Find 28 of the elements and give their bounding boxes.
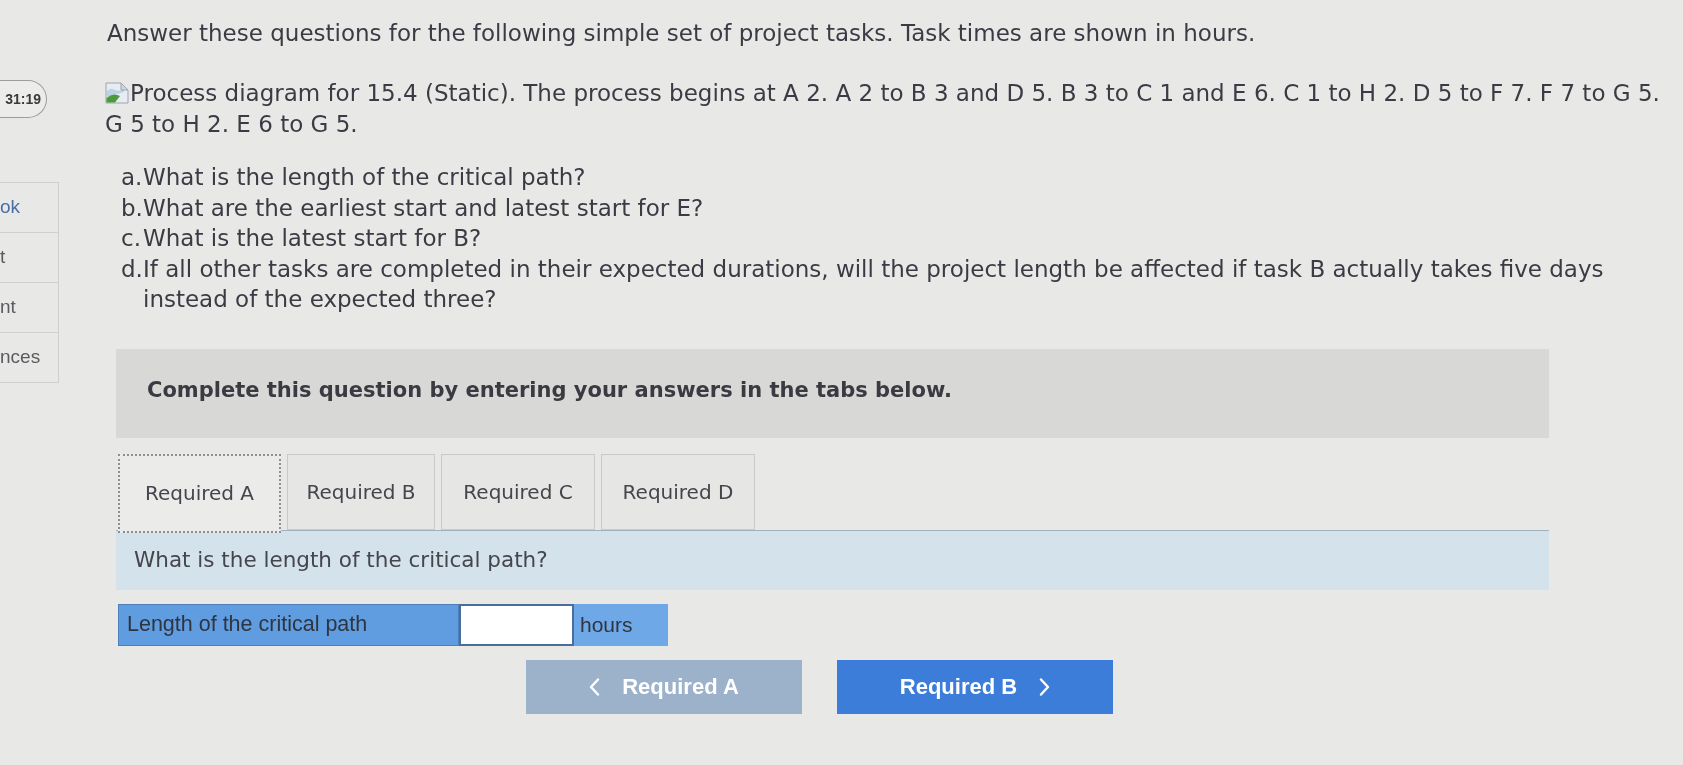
question-letter: c.	[121, 224, 142, 253]
sidebar-link[interactable]: nces	[0, 333, 59, 383]
answer-tab[interactable]: Required A	[118, 453, 281, 533]
answer-label-cell: Length of the critical path	[118, 603, 459, 646]
question-letter: b.	[121, 193, 143, 223]
next-tab-button[interactable]: Required B	[837, 659, 1113, 714]
sidebar-link[interactable]: ok	[0, 183, 59, 233]
timer-text: 31:19	[5, 89, 41, 109]
prompt-text: What is the length of the critical path?	[134, 545, 548, 574]
process-description: Process diagram for 15.4 (Static). The process begins at A 2. A 2 to B 3 and D 5. B 3 to C 1 and E 6. C 1 to H 2. D 5 to F 7. F 7 to G 5. G 5 to H 2. E 6 to G 5.	[105, 79, 1661, 139]
answer-tab[interactable]: Required D	[601, 453, 755, 530]
answer-tab[interactable]: Required C	[441, 453, 595, 530]
answer-input-field[interactable]	[459, 603, 574, 646]
question-text: What are the earliest start and latest start for E?	[143, 193, 705, 223]
instructions-text: Complete this question by entering your answers in the tabs below.	[147, 377, 952, 405]
sidebar-link[interactable]: t	[0, 233, 59, 283]
chevron-left-icon	[589, 677, 601, 696]
question-text: What is the length of the critical path?	[143, 163, 587, 192]
question-text: If all other tasks are completed in their expected durations, will the project length be affected if task B actually takes five days instead of the expected three?	[143, 254, 1605, 314]
chevron-right-icon	[1039, 677, 1051, 696]
answer-tab[interactable]: Required B	[287, 453, 435, 530]
question-text: What is the latest start for B?	[143, 224, 483, 253]
question-letter: d.	[121, 254, 143, 284]
intro-text: Answer these questions for the following simple set of project tasks. Task times are shown in hours.	[107, 19, 1256, 48]
unit-cell: hours	[574, 603, 668, 646]
sidebar-link[interactable]: nt	[0, 283, 59, 333]
question-letter: a.	[121, 163, 143, 192]
broken-image-icon	[105, 82, 129, 104]
